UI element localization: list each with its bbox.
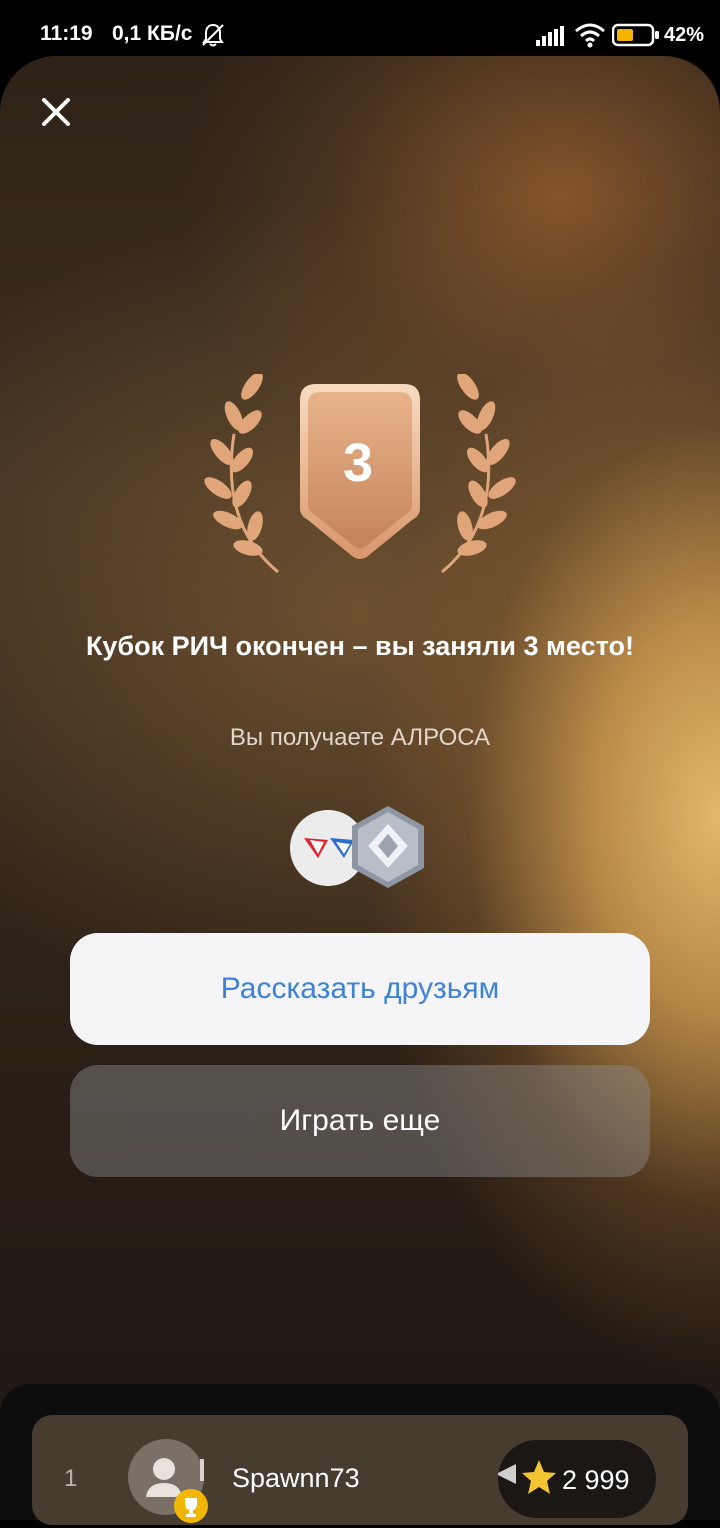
trophy-icon (174, 1489, 208, 1523)
bell-off-icon (200, 22, 226, 53)
leaderboard-rank: 1 (64, 1465, 78, 1492)
battery-icon (611, 23, 660, 52)
result-sheet: 3 Кубок РИЧ окончен – вы заняли 3 место!… (0, 56, 720, 1520)
close-icon (42, 98, 70, 126)
play-again-button[interactable]: Играть еще (70, 1065, 650, 1177)
laurel-right-icon (441, 372, 516, 574)
leaderboard-row[interactable]: 1 Spawnn73 2 999 (32, 1415, 688, 1525)
status-network-speed: 0,1 КБ/с (112, 22, 193, 45)
leaderboard-score: 2 999 (562, 1465, 630, 1495)
result-title: Кубок РИЧ окончен – вы заняли 3 место! (85, 631, 635, 661)
result-subtitle: Вы получаете АЛРОСА (229, 724, 491, 751)
laurel-left-icon (204, 372, 279, 574)
signal-icon (536, 26, 566, 51)
star-icon (522, 1460, 556, 1494)
leaderboard-panel: 1 Spawnn73 2 999 (0, 1384, 720, 1525)
status-time: 11:19 (40, 22, 93, 45)
share-with-friends-button[interactable]: Рассказать друзьям (70, 933, 650, 1045)
battery-percent: 42% (664, 24, 705, 46)
leaderboard-username: Spawnn73 (232, 1463, 360, 1493)
diamond-rank-icon (352, 806, 424, 888)
close-button[interactable] (36, 92, 76, 132)
play-again-label: Играть еще (279, 1104, 441, 1137)
wifi-icon (574, 22, 606, 53)
reward-icons (288, 804, 428, 888)
place-number: 3 (342, 433, 374, 493)
share-button-label: Рассказать друзьям (220, 972, 500, 1005)
caret-left-icon (496, 1464, 516, 1484)
